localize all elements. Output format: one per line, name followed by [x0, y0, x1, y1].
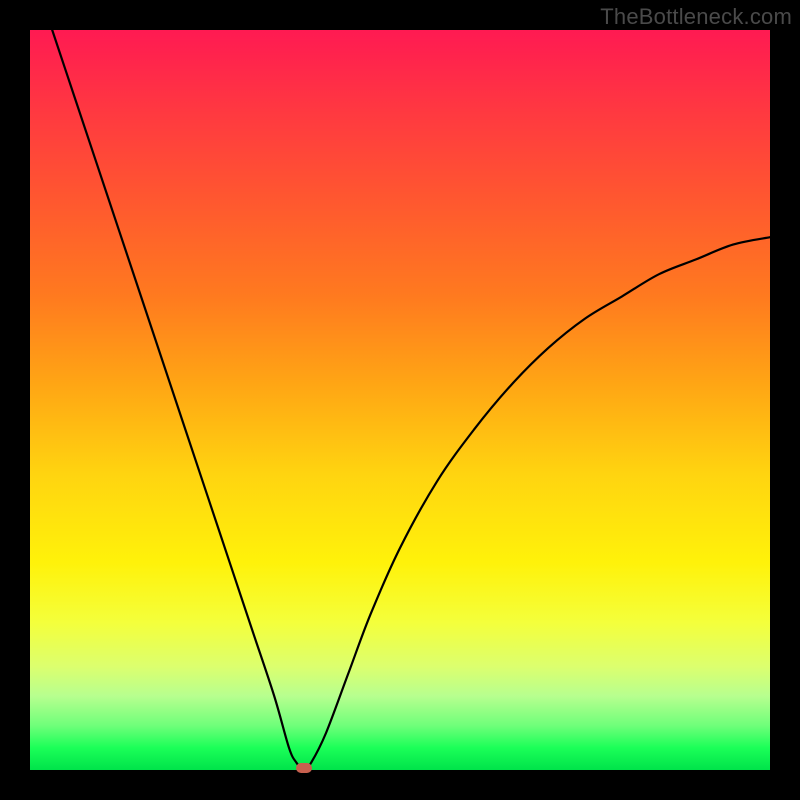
chart-frame: TheBottleneck.com	[0, 0, 800, 800]
curve-path	[52, 30, 770, 770]
bottleneck-curve	[30, 30, 770, 770]
optimum-marker	[296, 763, 312, 773]
watermark-text: TheBottleneck.com	[600, 4, 792, 30]
